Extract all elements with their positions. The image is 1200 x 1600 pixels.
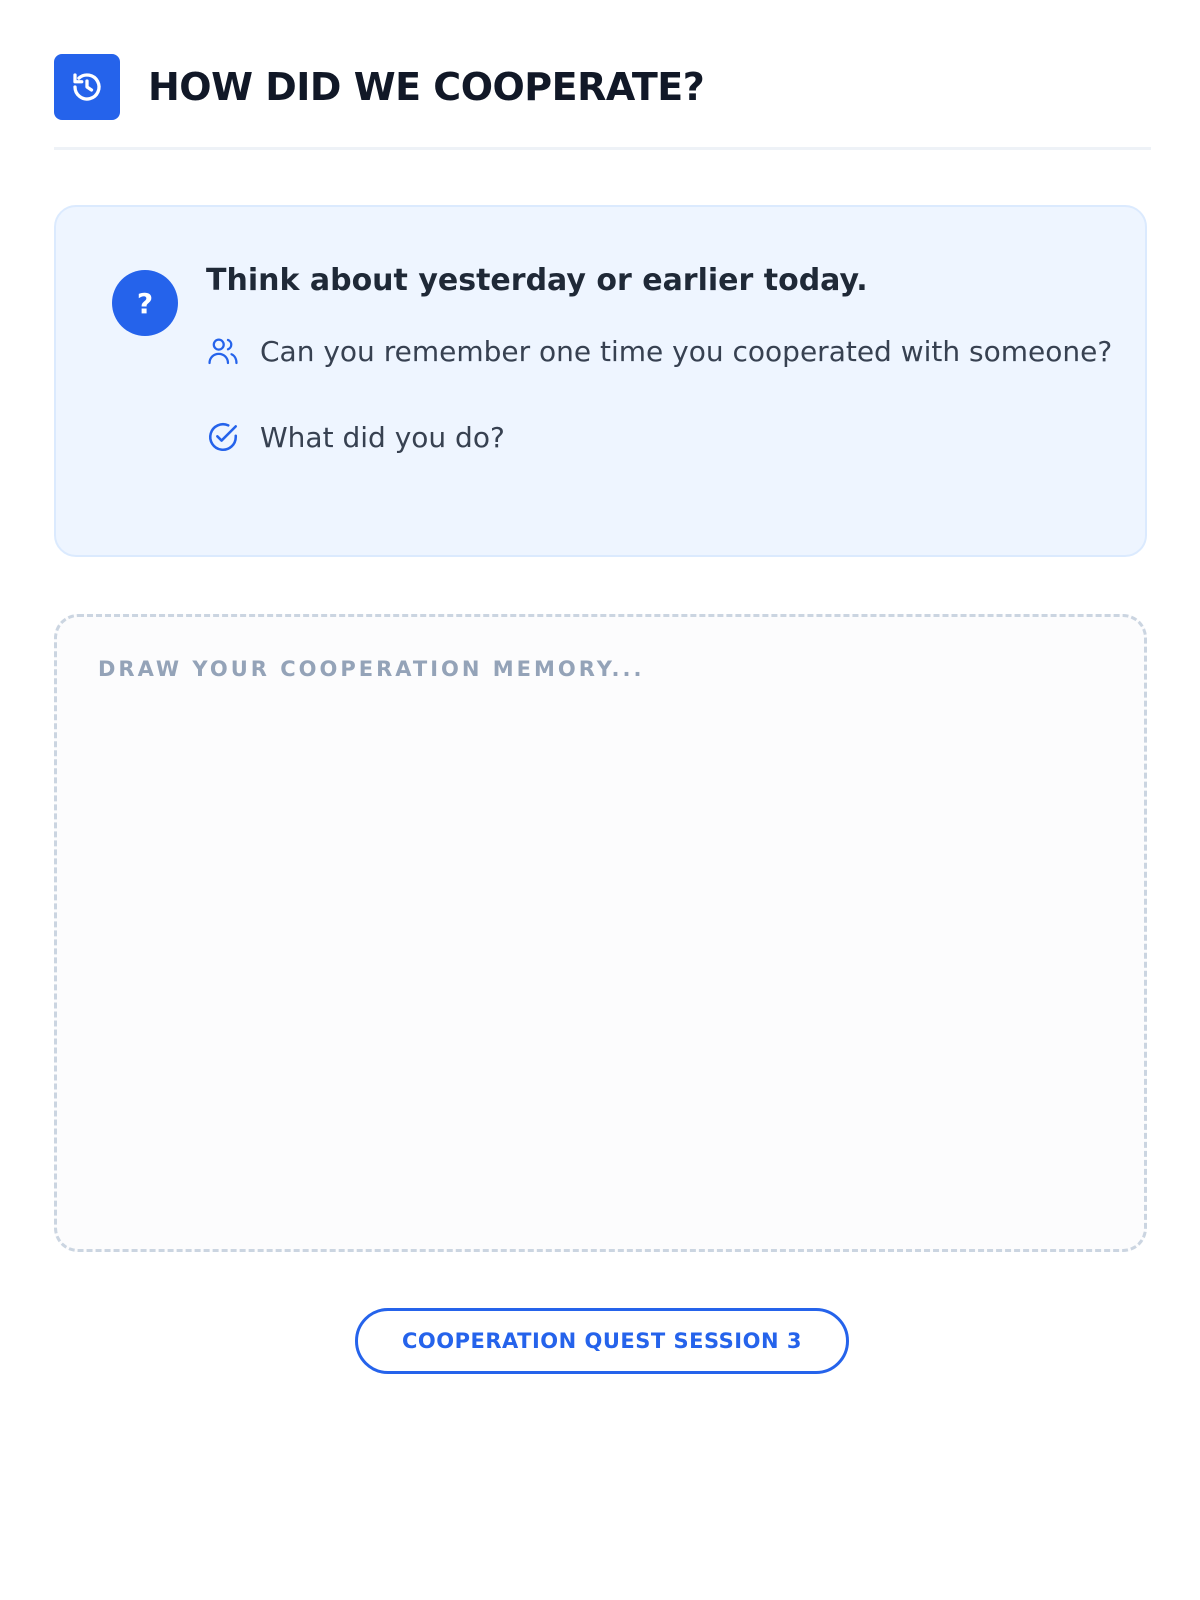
prompt-item-action: What did you do?	[206, 420, 505, 454]
header-divider	[54, 147, 1151, 150]
session-badge: COOPERATION QUEST SESSION 3	[355, 1308, 849, 1374]
prompt-card: ? Think about yesterday or earlier today…	[54, 205, 1147, 557]
prompt-heading: Think about yesterday or earlier today.	[206, 263, 868, 298]
question-icon: ?	[112, 270, 178, 336]
prompt-item-text: Can you remember one time you cooperated…	[260, 334, 1113, 368]
prompt-item-text: What did you do?	[260, 420, 505, 454]
drawing-canvas[interactable]: DRAW YOUR COOPERATION MEMORY...	[54, 614, 1147, 1252]
drawing-placeholder: DRAW YOUR COOPERATION MEMORY...	[98, 657, 645, 681]
page-title: HOW DID WE COOPERATE?	[148, 65, 705, 109]
prompt-item-cooperation: Can you remember one time you cooperated…	[206, 334, 1112, 368]
activity-page: HOW DID WE COOPERATE? ? Think about yest…	[0, 0, 1200, 1600]
page-header: HOW DID WE COOPERATE?	[54, 54, 1151, 120]
users-icon	[206, 334, 240, 368]
history-icon	[54, 54, 120, 120]
check-circle-icon	[206, 420, 240, 454]
